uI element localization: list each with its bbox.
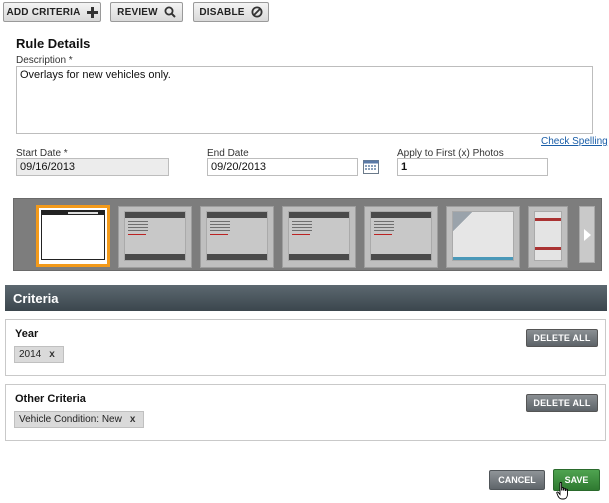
delete-all-button[interactable]: DELETE ALL <box>526 394 598 412</box>
overlay-thumbnail[interactable] <box>36 205 110 267</box>
chip-label: 2014 <box>19 349 42 360</box>
search-icon <box>164 6 176 18</box>
criteria-group-year: Year 2014 x DELETE ALL <box>5 319 606 376</box>
description-label: Description * <box>16 55 73 66</box>
calendar-icon[interactable] <box>363 160 379 174</box>
disable-icon <box>251 6 263 18</box>
plus-icon <box>86 6 98 18</box>
criteria-chip: 2014 x <box>14 346 64 363</box>
overlay-thumbnail[interactable] <box>446 206 520 268</box>
check-spelling-link[interactable]: Check Spelling <box>541 136 608 147</box>
overlay-thumbnail[interactable] <box>118 206 192 268</box>
overlay-thumbnail[interactable] <box>528 206 568 268</box>
start-date-field[interactable] <box>16 158 169 176</box>
add-criteria-button[interactable]: ADD CRITERIA <box>3 2 101 22</box>
criteria-group-title: Other Criteria <box>15 393 86 405</box>
carousel-next-button[interactable] <box>579 206 595 263</box>
end-date-field[interactable] <box>207 158 358 176</box>
apply-photos-field[interactable] <box>397 158 548 176</box>
review-button[interactable]: REVIEW <box>110 2 183 22</box>
overlay-carousel <box>13 198 602 271</box>
review-label: REVIEW <box>117 6 158 18</box>
delete-all-button[interactable]: DELETE ALL <box>526 329 598 347</box>
criteria-chip: Vehicle Condition: New x <box>14 411 145 428</box>
criteria-group-title: Year <box>15 328 39 340</box>
rule-details-title: Rule Details <box>16 36 91 51</box>
disable-button[interactable]: DISABLE <box>193 2 269 22</box>
chip-label: Vehicle Condition: New <box>19 414 122 425</box>
cancel-button[interactable]: CANCEL <box>489 470 545 490</box>
criteria-group-other: Other Criteria Vehicle Condition: New x … <box>5 384 606 441</box>
remove-icon[interactable]: x <box>49 349 55 360</box>
overlay-thumbnail[interactable] <box>282 206 356 268</box>
chevron-right-icon <box>584 228 591 241</box>
overlay-thumbnail[interactable] <box>364 206 438 268</box>
disable-label: DISABLE <box>199 6 245 18</box>
description-field[interactable]: Overlays for new vehicles only. <box>16 66 593 134</box>
hand-cursor-icon <box>556 482 568 500</box>
criteria-header: Criteria <box>5 285 607 311</box>
add-criteria-label: ADD CRITERIA <box>6 6 81 18</box>
overlay-thumbnail[interactable] <box>200 206 274 268</box>
remove-icon[interactable]: x <box>130 414 136 425</box>
